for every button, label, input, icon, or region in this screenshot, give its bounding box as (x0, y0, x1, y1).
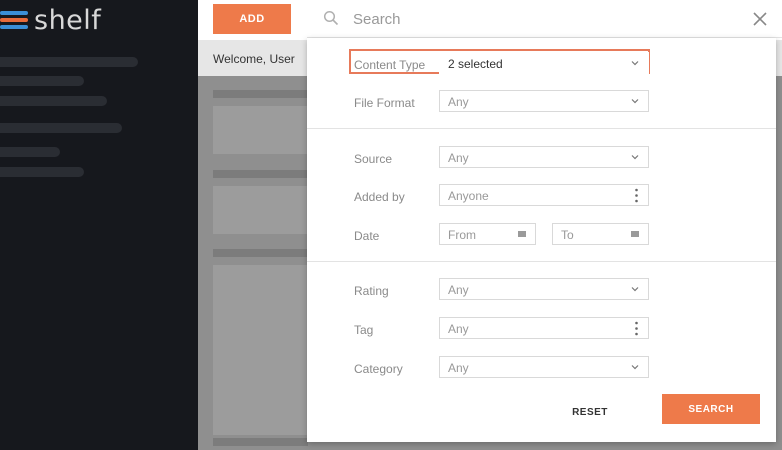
search-icon (323, 10, 339, 26)
add-button[interactable]: ADD (213, 4, 291, 34)
added-by-label: Added by (354, 190, 405, 204)
rating-label: Rating (354, 284, 389, 298)
shelf-logo[interactable]: shelf (0, 4, 102, 36)
more-vertical-icon (635, 321, 638, 336)
logo-text: shelf (34, 4, 102, 36)
chevron-down-icon (631, 61, 639, 66)
filter-row-tag: Tag Any (307, 317, 776, 345)
card-header-placeholder (213, 438, 308, 446)
search-bar (307, 0, 782, 38)
source-value: Any (448, 151, 469, 165)
section-divider (307, 128, 776, 129)
sidebar: shelf (0, 0, 198, 450)
filter-panel: Content Type 2 selected File Format Any … (307, 38, 776, 442)
card-placeholder (213, 186, 308, 234)
added-by-value: Anyone (448, 189, 489, 203)
search-button[interactable]: SEARCH (662, 394, 760, 424)
source-label: Source (354, 152, 393, 166)
category-label: Category (354, 362, 403, 376)
card-header-placeholder (213, 90, 308, 98)
file-format-label: File Format (354, 96, 415, 110)
sidebar-placeholder (0, 147, 60, 157)
filter-row-added-by: Added by Anyone (307, 184, 776, 212)
close-icon[interactable] (751, 10, 769, 28)
sidebar-placeholder (0, 57, 138, 67)
file-format-value: Any (448, 95, 469, 109)
tag-label: Tag (354, 323, 374, 337)
category-select[interactable]: Any (439, 356, 649, 378)
source-select[interactable]: Any (439, 146, 649, 168)
date-from-input[interactable]: From (439, 223, 536, 245)
date-to-placeholder: To (561, 228, 574, 242)
sidebar-placeholder (0, 96, 107, 106)
filter-row-rating: Rating Any (307, 278, 776, 306)
chevron-down-icon (631, 365, 639, 370)
chevron-down-icon (631, 155, 639, 160)
sidebar-placeholder (0, 76, 84, 86)
logo-mark-icon (0, 9, 30, 31)
filter-row-category: Category Any (307, 356, 776, 384)
more-vertical-icon (635, 188, 638, 203)
added-by-select[interactable]: Anyone (439, 184, 649, 206)
rating-select[interactable]: Any (439, 278, 649, 300)
content-type-label: Content Type (354, 58, 426, 72)
date-to-input[interactable]: To (552, 223, 649, 245)
welcome-text: Welcome, User (213, 52, 295, 66)
date-from-placeholder: From (448, 228, 476, 242)
content-type-select[interactable]: 2 selected (439, 52, 649, 74)
rating-value: Any (448, 283, 469, 297)
calendar-icon (631, 231, 639, 237)
filter-row-file-format: File Format Any (307, 90, 776, 118)
section-divider (307, 261, 776, 262)
calendar-icon (518, 231, 526, 237)
reset-button[interactable]: RESET (565, 402, 615, 422)
tag-select[interactable]: Any (439, 317, 649, 339)
file-format-select[interactable]: Any (439, 90, 649, 112)
card-header-placeholder (213, 249, 308, 257)
chevron-down-icon (631, 287, 639, 292)
sidebar-placeholder (0, 123, 122, 133)
content-type-value: 2 selected (448, 57, 503, 71)
tag-value: Any (448, 322, 469, 336)
filter-row-content-type: Content Type 2 selected (307, 52, 776, 80)
filter-row-date: Date From To (307, 223, 776, 251)
category-value: Any (448, 361, 469, 375)
filter-row-source: Source Any (307, 146, 776, 174)
card-placeholder (213, 265, 308, 435)
search-input[interactable] (353, 6, 733, 32)
card-placeholder (213, 106, 308, 154)
chevron-down-icon (631, 99, 639, 104)
sidebar-placeholder (0, 167, 84, 177)
date-label: Date (354, 229, 380, 243)
card-header-placeholder (213, 170, 308, 178)
